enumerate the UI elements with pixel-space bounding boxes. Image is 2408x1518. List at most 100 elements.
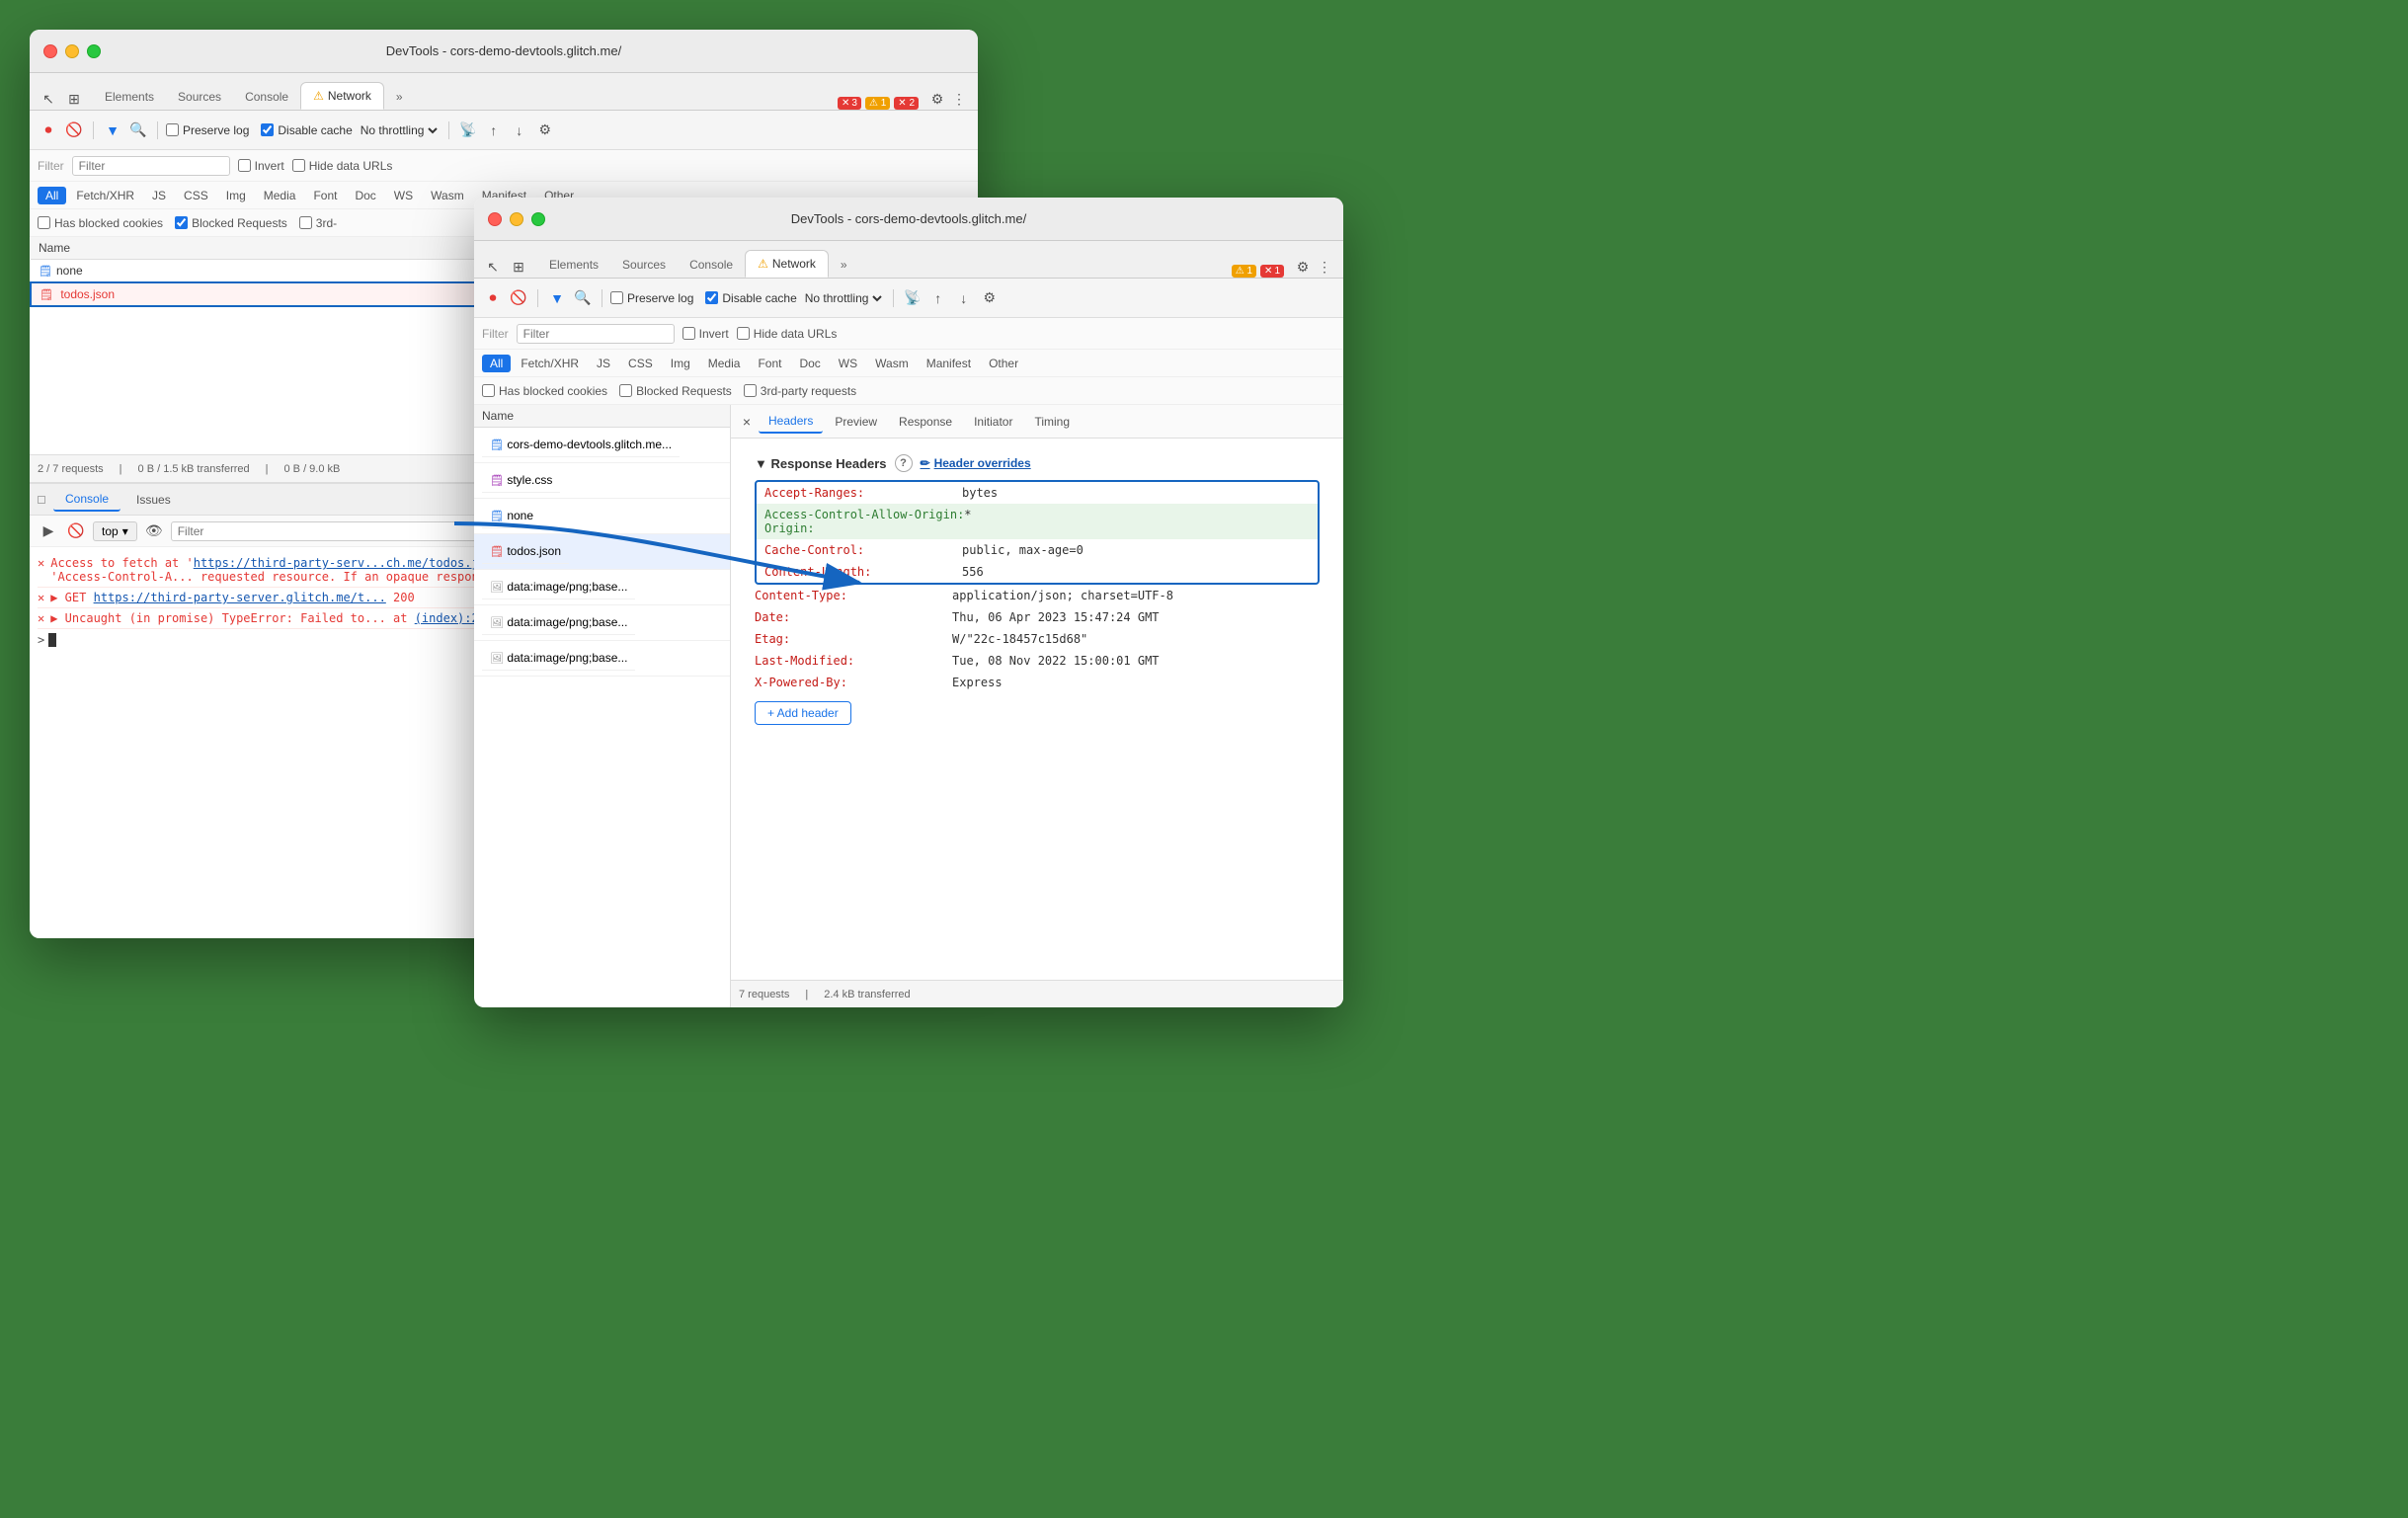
type-btn-media-2[interactable]: Media (700, 355, 749, 372)
disable-cache-checkbox-1[interactable] (261, 123, 274, 136)
upload-icon-1[interactable]: ↑ (483, 120, 505, 141)
minimize-button-2[interactable] (510, 212, 523, 226)
error-link-3[interactable]: https://third-party-server.glitch.me/t..… (94, 591, 386, 604)
add-header-button[interactable]: + Add header (755, 701, 851, 725)
type-btn-js-1[interactable]: JS (144, 187, 174, 204)
type-btn-img-2[interactable]: Img (663, 355, 698, 372)
type-btn-wasm-1[interactable]: Wasm (423, 187, 472, 204)
preserve-log-checkbox-1[interactable] (166, 123, 179, 136)
type-btn-ws-1[interactable]: WS (386, 187, 421, 204)
invert-label-2[interactable]: Invert (682, 327, 729, 341)
invert-label-1[interactable]: Invert (238, 159, 284, 173)
download-icon-2[interactable]: ↓ (953, 287, 975, 309)
list-item[interactable]: 🖼 data:image/png;base... (474, 605, 730, 641)
type-btn-js-2[interactable]: JS (589, 355, 618, 372)
disable-cache-checkbox-2[interactable] (705, 291, 718, 304)
tab-sources-2[interactable]: Sources (610, 252, 678, 278)
eye-icon-1[interactable]: 👁 (143, 520, 165, 542)
cursor-icon-2[interactable]: ↖ (482, 256, 504, 278)
type-btn-manifest-2[interactable]: Manifest (919, 355, 979, 372)
maximize-button-2[interactable] (531, 212, 545, 226)
expand-icon-1[interactable]: ▶ (38, 520, 59, 542)
filter-icon-1[interactable]: ▼ (102, 120, 123, 141)
tab-elements-2[interactable]: Elements (537, 252, 610, 278)
close-button-1[interactable] (43, 44, 57, 58)
type-btn-font-1[interactable]: Font (305, 187, 345, 204)
tab-sources-1[interactable]: Sources (166, 84, 233, 110)
error-link-1[interactable]: https://third-party-serv...ch.me/todos.j… (194, 556, 501, 570)
list-item[interactable]: 🗒 none (474, 499, 730, 534)
settings-icon-2[interactable]: ⚙ (1292, 256, 1314, 278)
hide-data-urls-label-1[interactable]: Hide data URLs (292, 159, 393, 173)
close-button-2[interactable] (488, 212, 502, 226)
tab-elements-1[interactable]: Elements (93, 84, 166, 110)
blocked-requests-label-2[interactable]: Blocked Requests (619, 384, 732, 398)
third-party-checkbox-1[interactable] (299, 216, 312, 229)
type-btn-css-2[interactable]: CSS (620, 355, 661, 372)
type-btn-doc-2[interactable]: Doc (791, 355, 828, 372)
preserve-log-label-1[interactable]: Preserve log (166, 123, 249, 137)
type-btn-wasm-2[interactable]: Wasm (867, 355, 917, 372)
record-icon-1[interactable]: ⏺ (38, 120, 59, 141)
context-selector-1[interactable]: top ▾ (93, 521, 137, 541)
type-btn-all-2[interactable]: All (482, 355, 511, 372)
header-overrides-link[interactable]: ✏ Header overrides (921, 456, 1031, 470)
third-party-label-1[interactable]: 3rd- (299, 216, 337, 230)
network-icon-1[interactable]: 📡 (457, 120, 479, 141)
search-icon-2[interactable]: 🔍 (572, 287, 594, 309)
tab-console-2[interactable]: Console (678, 252, 745, 278)
more-icon-2[interactable]: ⋮ (1314, 256, 1335, 278)
tab-more-2[interactable]: » (829, 252, 859, 278)
list-item[interactable]: 🗒 style.css (474, 463, 730, 499)
type-btn-fetchxhr-1[interactable]: Fetch/XHR (68, 187, 142, 204)
type-btn-font-2[interactable]: Font (750, 355, 789, 372)
blocked-requests-checkbox-2[interactable] (619, 384, 632, 397)
close-details-btn[interactable]: × (737, 412, 757, 432)
has-blocked-checkbox-1[interactable] (38, 216, 50, 229)
tab-network-1[interactable]: ⚠ Network (300, 82, 384, 110)
list-item[interactable]: 🗒 cors-demo-devtools.glitch.me... (474, 428, 730, 463)
maximize-button-1[interactable] (87, 44, 101, 58)
invert-checkbox-2[interactable] (682, 327, 695, 340)
upload-icon-2[interactable]: ↑ (927, 287, 949, 309)
disable-cache-label-2[interactable]: Disable cache (705, 291, 796, 305)
tab-console-1[interactable]: Console (233, 84, 300, 110)
type-btn-media-1[interactable]: Media (256, 187, 304, 204)
settings2-icon-1[interactable]: ⚙ (534, 120, 556, 141)
filter-icon-2[interactable]: ▼ (546, 287, 568, 309)
invert-checkbox-1[interactable] (238, 159, 251, 172)
tab-issues-1[interactable]: Issues (124, 489, 183, 511)
type-btn-ws-2[interactable]: WS (831, 355, 865, 372)
hide-data-urls-checkbox-1[interactable] (292, 159, 305, 172)
layers-icon-2[interactable]: ⊞ (508, 256, 529, 278)
third-party-checkbox-2[interactable] (744, 384, 757, 397)
hide-data-urls-checkbox-2[interactable] (737, 327, 750, 340)
preserve-log-checkbox-2[interactable] (610, 291, 623, 304)
cursor-icon-1[interactable]: ↖ (38, 88, 59, 110)
tab-console-panel-1[interactable]: Console (53, 488, 120, 512)
filter-input-1[interactable] (72, 156, 230, 176)
settings-icon-1[interactable]: ⚙ (926, 88, 948, 110)
layers-icon-1[interactable]: ⊞ (63, 88, 85, 110)
help-icon[interactable]: ? (895, 454, 913, 472)
list-item[interactable]: 🖼 data:image/png;base... (474, 570, 730, 605)
details-tab-timing[interactable]: Timing (1024, 411, 1080, 433)
blocked-requests-label-1[interactable]: Blocked Requests (175, 216, 287, 230)
type-btn-css-1[interactable]: CSS (176, 187, 216, 204)
has-blocked-label-2[interactable]: Has blocked cookies (482, 384, 607, 398)
clear-icon-1[interactable]: 🚫 (63, 120, 85, 141)
tab-network-2[interactable]: ⚠ Network (745, 250, 829, 278)
details-tab-response[interactable]: Response (889, 411, 962, 433)
network-icon-2[interactable]: 📡 (902, 287, 923, 309)
clear-console-icon-1[interactable]: 🚫 (65, 520, 87, 542)
filter-input-2[interactable] (517, 324, 675, 344)
throttle-select-2[interactable]: No throttling (801, 290, 885, 306)
has-blocked-label-1[interactable]: Has blocked cookies (38, 216, 163, 230)
type-btn-all-1[interactable]: All (38, 187, 66, 204)
clear-icon-2[interactable]: 🚫 (508, 287, 529, 309)
list-item[interactable]: 🖼 data:image/png;base... (474, 641, 730, 677)
preserve-log-label-2[interactable]: Preserve log (610, 291, 693, 305)
type-btn-doc-1[interactable]: Doc (347, 187, 383, 204)
tab-more-1[interactable]: » (384, 84, 415, 110)
disable-cache-label-1[interactable]: Disable cache (261, 123, 352, 137)
